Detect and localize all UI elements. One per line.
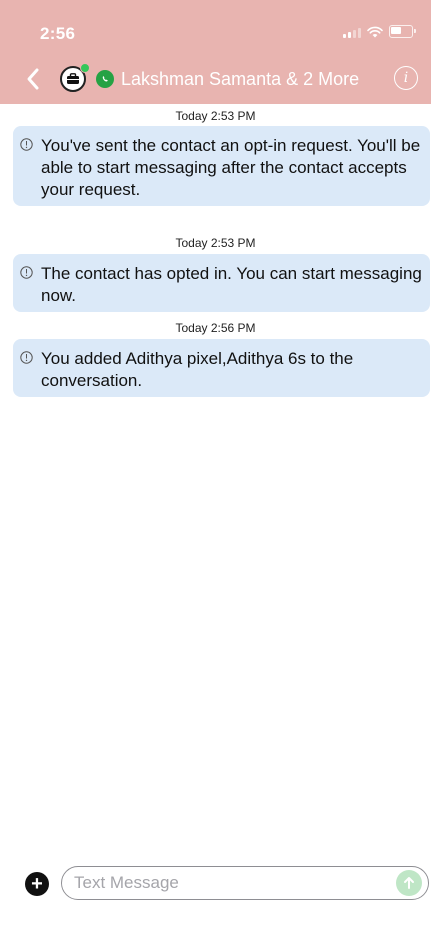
- signal-icon: [343, 26, 361, 38]
- whatsapp-icon: [96, 70, 114, 88]
- system-message-text: You added Adithya pixel,Adithya 6s to th…: [41, 349, 354, 390]
- wifi-icon: [367, 26, 383, 37]
- message-timestamp: Today 2:53 PM: [175, 109, 256, 123]
- add-attachment-button[interactable]: +: [25, 872, 49, 896]
- system-message-text: You've sent the contact an opt-in reques…: [41, 136, 421, 199]
- message-timestamp: Today 2:56 PM: [175, 321, 256, 335]
- info-circle-icon: [20, 266, 33, 279]
- battery-icon: [389, 25, 416, 38]
- message-input[interactable]: [61, 866, 429, 900]
- system-message: The contact has opted in. You can start …: [13, 254, 430, 312]
- system-message: You added Adithya pixel,Adithya 6s to th…: [13, 339, 430, 397]
- message-timestamp: Today 2:53 PM: [175, 236, 256, 250]
- chevron-left-icon: [27, 68, 39, 90]
- conversation-title[interactable]: Lakshman Samanta & 2 More: [121, 69, 359, 90]
- info-circle-icon: [20, 138, 33, 151]
- message-composer: +: [0, 860, 431, 910]
- plus-icon: +: [31, 873, 43, 895]
- info-circle-icon: [20, 351, 33, 364]
- system-message-text: The contact has opted in. You can start …: [41, 264, 422, 305]
- system-message: You've sent the contact an opt-in reques…: [13, 126, 430, 206]
- online-status-dot: [80, 63, 90, 73]
- info-button[interactable]: i: [394, 66, 418, 90]
- info-icon: i: [403, 70, 409, 86]
- status-icons: [343, 25, 416, 38]
- status-time: 2:56: [40, 24, 76, 43]
- back-button[interactable]: [22, 66, 46, 92]
- send-button[interactable]: [396, 870, 422, 896]
- briefcase-icon: [67, 73, 79, 84]
- arrow-up-icon: [404, 877, 414, 889]
- nav-bar: Lakshman Samanta & 2 More i: [0, 58, 431, 100]
- top-header: 2:56 Lakshman Samanta & 2 More i: [0, 0, 431, 104]
